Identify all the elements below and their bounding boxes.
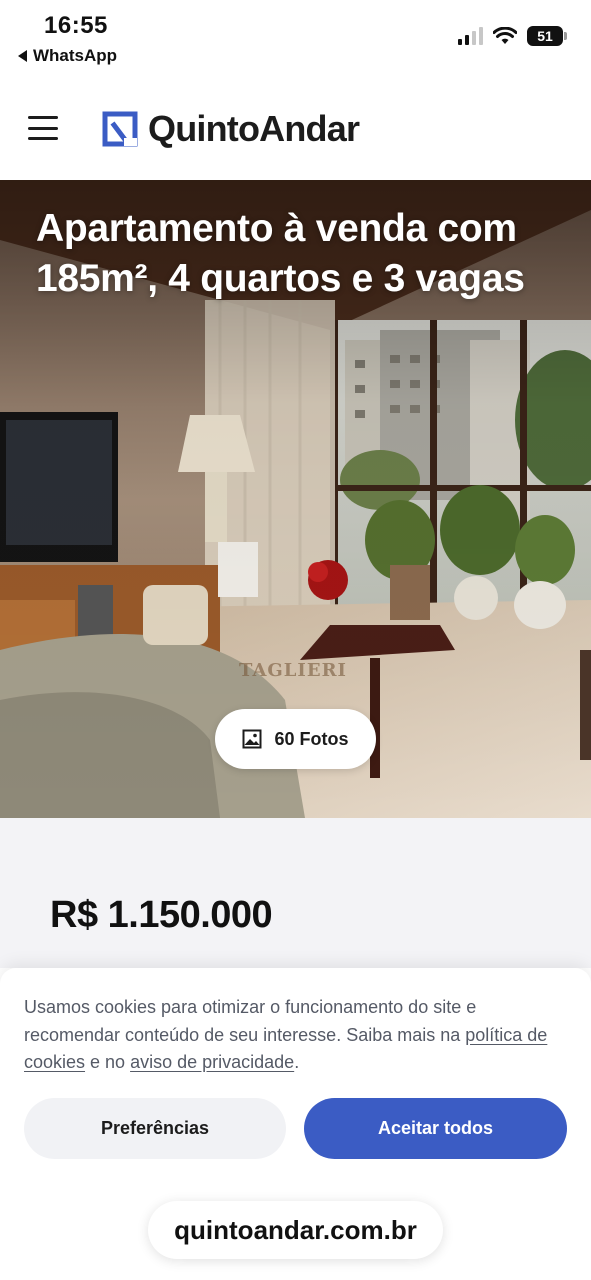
cookie-text-end: . [294,1052,300,1072]
privacy-notice-link[interactable]: aviso de privacidade [130,1052,294,1072]
hamburger-menu-button[interactable] [28,116,58,140]
battery-icon: 51 [527,26,567,46]
cellular-signal-icon [458,27,483,45]
logo-text: QuintoAndar [148,108,360,149]
status-icons: 51 [458,26,567,46]
logo-mark-icon [102,111,138,147]
wifi-icon [493,27,517,44]
back-to-app-button[interactable]: WhatsApp [18,46,117,66]
image-gallery-icon [242,729,262,749]
quintoandar-logo[interactable]: QuintoAndar [102,108,360,150]
price-section: R$ 1.150.000 [0,818,591,968]
view-photos-button[interactable]: 60 Fotos [215,709,376,769]
browser-url-bar[interactable]: quintoandar.com.br [148,1201,443,1259]
cookie-text-before: Usamos cookies para otimizar o funcionam… [24,997,477,1045]
status-bar: 16:55 WhatsApp 51 [0,0,591,80]
cookie-message: Usamos cookies para otimizar o funcionam… [24,994,569,1077]
back-app-label: WhatsApp [33,46,118,65]
listing-title: Apartamento à venda com 185m², 4 quartos… [36,207,525,300]
photos-count-label: 60 Fotos [274,728,349,749]
status-time: 16:55 [44,12,108,39]
listing-hero-image[interactable]: Apartamento à venda com 185m², 4 quartos… [0,180,591,818]
listing-price: R$ 1.150.000 [50,894,273,936]
app-header: QuintoAndar [0,80,591,180]
cookie-preferences-button[interactable]: Preferências [24,1098,286,1159]
realtor-watermark: TAGLIERI [239,660,347,681]
back-arrow-icon [18,50,27,62]
cookie-text-middle: e no [85,1052,131,1072]
accept-all-cookies-button[interactable]: Aceitar todos [304,1098,567,1159]
